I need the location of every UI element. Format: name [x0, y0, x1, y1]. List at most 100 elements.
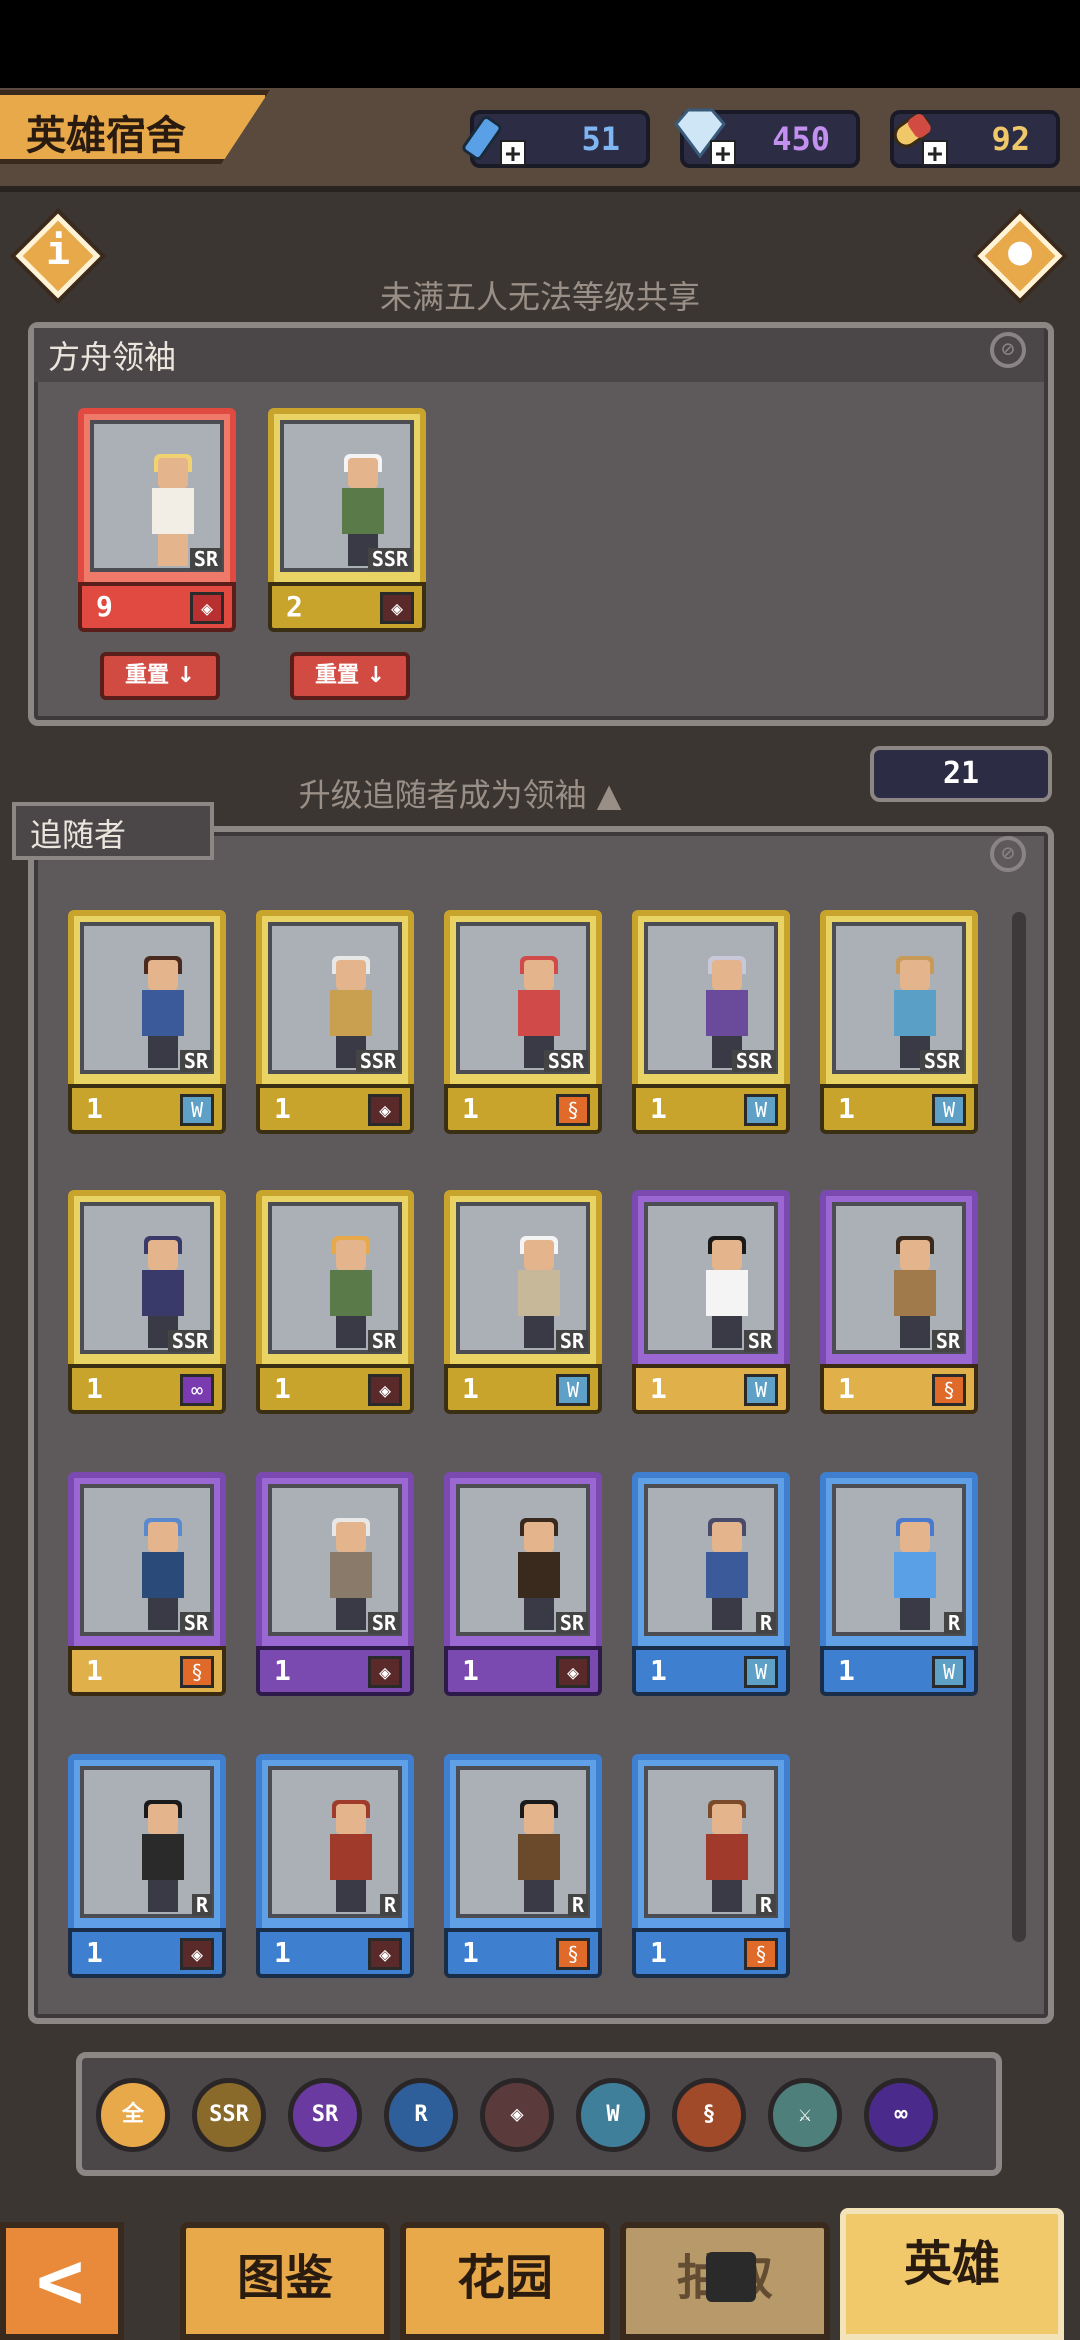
reset-leader-2-button[interactable]: 重置 ↓	[290, 652, 410, 700]
level-label: 1	[650, 1092, 667, 1125]
status-bar	[0, 0, 1080, 88]
follower-card[interactable]: SSR 1 W	[632, 910, 790, 1140]
mark-faction-icon: ◈	[368, 1374, 402, 1406]
level-label: 1	[462, 1936, 479, 1969]
filter-r-button[interactable]: R	[384, 2078, 458, 2152]
level-label: 1	[838, 1372, 855, 1405]
rarity-badge: SR	[555, 1330, 588, 1352]
wolf-faction-icon: W	[744, 1374, 778, 1406]
dragon-faction-icon: §	[556, 1938, 590, 1970]
mark-faction-icon: ◈	[556, 1656, 590, 1688]
tab-codex[interactable]: 图鉴	[180, 2222, 390, 2340]
follower-card[interactable]: SSR 1 ∞	[68, 1190, 226, 1420]
follower-card[interactable]: R 1 W	[820, 1472, 978, 1702]
level-label: 1	[650, 1654, 667, 1687]
follower-panel-label: 追随者	[12, 802, 214, 860]
tab-garden[interactable]: 花园	[400, 2222, 610, 2340]
follower-card[interactable]: R 1 §	[632, 1754, 790, 1984]
follower-card[interactable]: SR 1 W	[68, 910, 226, 1140]
tab-draw-locked[interactable]: 抽取	[620, 2222, 830, 2340]
follower-card[interactable]: SSR 1 §	[444, 910, 602, 1140]
mark-faction-icon: ◈	[368, 1938, 402, 1970]
follower-card[interactable]: R 1 ◈	[68, 1754, 226, 1984]
filter-faction-infinity-button[interactable]: ∞	[864, 2078, 938, 2152]
mark-faction-icon: ◈	[368, 1656, 402, 1688]
follower-card[interactable]: SSR 1 W	[820, 910, 978, 1140]
tab-heroes[interactable]: 英雄	[840, 2208, 1064, 2340]
potion-count: 51	[581, 120, 620, 158]
follower-card[interactable]: SR 1 ◈	[256, 1472, 414, 1702]
leader-panel-settings-icon[interactable]: ⊘	[990, 332, 1026, 368]
filter-all-button[interactable]: 全	[96, 2078, 170, 2152]
rarity-badge: SR	[179, 1612, 212, 1634]
level-label: 1	[274, 1372, 291, 1405]
filter-ssr-button[interactable]: SSR	[192, 2078, 266, 2152]
leader-card-2[interactable]: SSR 2 ◈	[268, 408, 426, 638]
level-label: 1	[86, 1936, 103, 1969]
level-label: 1	[274, 1936, 291, 1969]
filter-faction-mark-button[interactable]: ◈	[480, 2078, 554, 2152]
rarity-badge: SSR	[731, 1050, 776, 1072]
level-label: 1	[86, 1372, 103, 1405]
rarity-badge: SR	[555, 1612, 588, 1634]
add-pill-icon[interactable]: +	[922, 140, 948, 167]
rarity-badge: R	[755, 1612, 776, 1634]
follower-card[interactable]: R 1 §	[444, 1754, 602, 1984]
level-label: 1	[462, 1654, 479, 1687]
level-label: 1	[650, 1372, 667, 1405]
follower-card[interactable]: R 1 W	[632, 1472, 790, 1702]
pill-count: 92	[991, 120, 1030, 158]
level-label: 1	[838, 1654, 855, 1687]
page-title: 英雄宿舍	[26, 113, 186, 159]
rarity-badge: R	[191, 1894, 212, 1916]
leader-panel-label: 方舟领袖	[34, 328, 1044, 382]
rarity-badge: SSR	[919, 1050, 964, 1072]
dragon-faction-icon: §	[932, 1374, 966, 1406]
leader-share-hint: 未满五人无法等级共享	[379, 278, 700, 316]
lock-icon	[706, 2252, 756, 2302]
follower-card[interactable]: SR 1 W	[444, 1190, 602, 1420]
reset-leader-1-button[interactable]: 重置 ↓	[100, 652, 220, 700]
wolf-faction-icon: W	[744, 1094, 778, 1126]
level-label: 1	[650, 1936, 667, 1969]
follower-scrollbar[interactable]	[1012, 912, 1026, 1942]
add-diamond-icon[interactable]: +	[710, 140, 736, 167]
filter-faction-dragon-button[interactable]: §	[672, 2078, 746, 2152]
follower-card[interactable]: SR 1 W	[632, 1190, 790, 1420]
wolf-faction-icon: W	[180, 1094, 214, 1126]
back-button[interactable]: <	[0, 2222, 124, 2340]
wolf-faction-icon: W	[932, 1656, 966, 1688]
rarity-badge: SSR	[543, 1050, 588, 1072]
mark-faction-icon: ◈	[368, 1094, 402, 1126]
level-label: 1	[86, 1654, 103, 1687]
rarity-badge: SR	[179, 1050, 212, 1072]
filter-faction-wolf-button[interactable]: W	[576, 2078, 650, 2152]
add-potion-icon[interactable]: +	[500, 140, 526, 167]
follower-panel-settings-icon[interactable]: ⊘	[990, 836, 1026, 872]
level-label: 1	[274, 1092, 291, 1125]
filter-sr-button[interactable]: SR	[288, 2078, 362, 2152]
level-label: 1	[838, 1092, 855, 1125]
infinity-faction-icon: ∞	[180, 1374, 214, 1406]
diamond-icon[interactable]: +	[668, 100, 736, 167]
follower-card[interactable]: SR 1 §	[68, 1472, 226, 1702]
mark-faction-icon: ◈	[180, 1938, 214, 1970]
info-icon: i	[45, 228, 71, 274]
follower-card[interactable]: SR 1 ◈	[444, 1472, 602, 1702]
filter-faction-claw-button[interactable]: ⚔	[768, 2078, 842, 2152]
rarity-badge: SR	[743, 1330, 776, 1352]
follower-card[interactable]: R 1 ◈	[256, 1754, 414, 1984]
hero-dormitory-screen: 英雄宿舍 51 + 450 + 92 + i ● 未满五人无法等级共享 方舟领袖…	[0, 0, 1080, 2340]
diamond-count: 450	[772, 120, 830, 158]
leader-card-1[interactable]: SR 9 ◈	[78, 408, 236, 638]
follower-card[interactable]: SSR 1 ◈	[256, 910, 414, 1140]
rarity-badge: R	[379, 1894, 400, 1916]
mark-faction-icon: ◈	[190, 592, 224, 624]
rarity-badge: SR	[367, 1330, 400, 1352]
pill-icon[interactable]: +	[880, 100, 948, 167]
potion-icon[interactable]: +	[458, 100, 526, 167]
follower-card[interactable]: SR 1 §	[820, 1190, 978, 1420]
follower-card[interactable]: SR 1 ◈	[256, 1190, 414, 1420]
rarity-badge: SR	[189, 548, 222, 570]
dragon-faction-icon: §	[744, 1938, 778, 1970]
